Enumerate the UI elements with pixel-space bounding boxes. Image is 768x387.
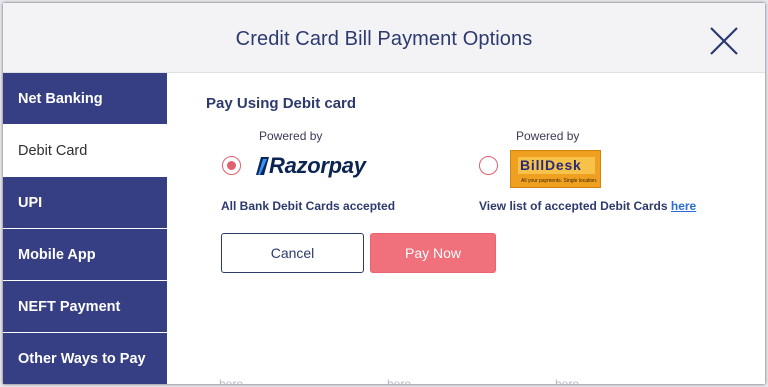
sidebar-item-mobile-app[interactable]: Mobile App [3,229,167,281]
modal-title: Credit Card Bill Payment Options [235,28,533,50]
billdesk-logo: BillDesk All your payments. Single locat… [510,150,601,188]
modal-header: Credit Card Bill Payment Options [3,3,765,73]
pay-now-button[interactable]: Pay Now [370,233,496,273]
razorpay-wordmark: Razorpay [269,153,366,178]
sidebar-item-neft-payment[interactable]: NEFT Payment [3,281,167,333]
section-title: Pay Using Debit card [206,95,357,112]
sidebar-item-label: Mobile App [18,246,96,263]
sidebar-item-label: Other Ways to Pay [18,350,146,367]
cancel-button[interactable]: Cancel [221,233,364,273]
sidebar-item-label: Debit Card [18,142,88,159]
razorpay-logo: Razorpay [255,153,366,179]
payment-method-sidebar: Net Banking Debit Card UPI Mobile App NE… [3,73,167,384]
sidebar-item-label: Net Banking [18,90,103,107]
payment-options-modal: Credit Card Bill Payment Options Net Ban… [3,3,765,384]
sidebar-item-debit-card[interactable]: Debit Card [3,125,167,177]
sidebar-item-upi[interactable]: UPI [3,177,167,229]
background-link: here [555,377,580,384]
billdesk-tagline: All your payments. Single location. [521,178,598,184]
razorpay-mark-icon [256,157,269,175]
background-link: here [387,377,412,384]
razorpay-radio[interactable] [222,156,241,175]
powered-by-label: Powered by [516,129,580,143]
sidebar-item-other-ways[interactable]: Other Ways to Pay [3,333,167,384]
billdesk-note-text: View list of accepted Debit Cards [479,199,668,213]
accepted-cards-link[interactable]: here [671,199,696,213]
radio-selected-dot [226,160,236,170]
razorpay-note: All Bank Debit Cards accepted [221,199,396,213]
sidebar-item-net-banking[interactable]: Net Banking [3,73,167,125]
billdesk-radio[interactable] [479,156,498,175]
billdesk-wordmark: BillDesk [520,157,582,173]
close-icon[interactable] [707,24,741,58]
billdesk-note: View list of accepted Debit Cards here [479,199,696,213]
sidebar-item-label: NEFT Payment [18,298,121,315]
background-link: here [219,377,244,384]
powered-by-label: Powered by [259,129,323,143]
sidebar-item-label: UPI [18,194,43,211]
debit-card-panel: Pay Using Debit card Powered by Razorpay… [167,73,765,384]
